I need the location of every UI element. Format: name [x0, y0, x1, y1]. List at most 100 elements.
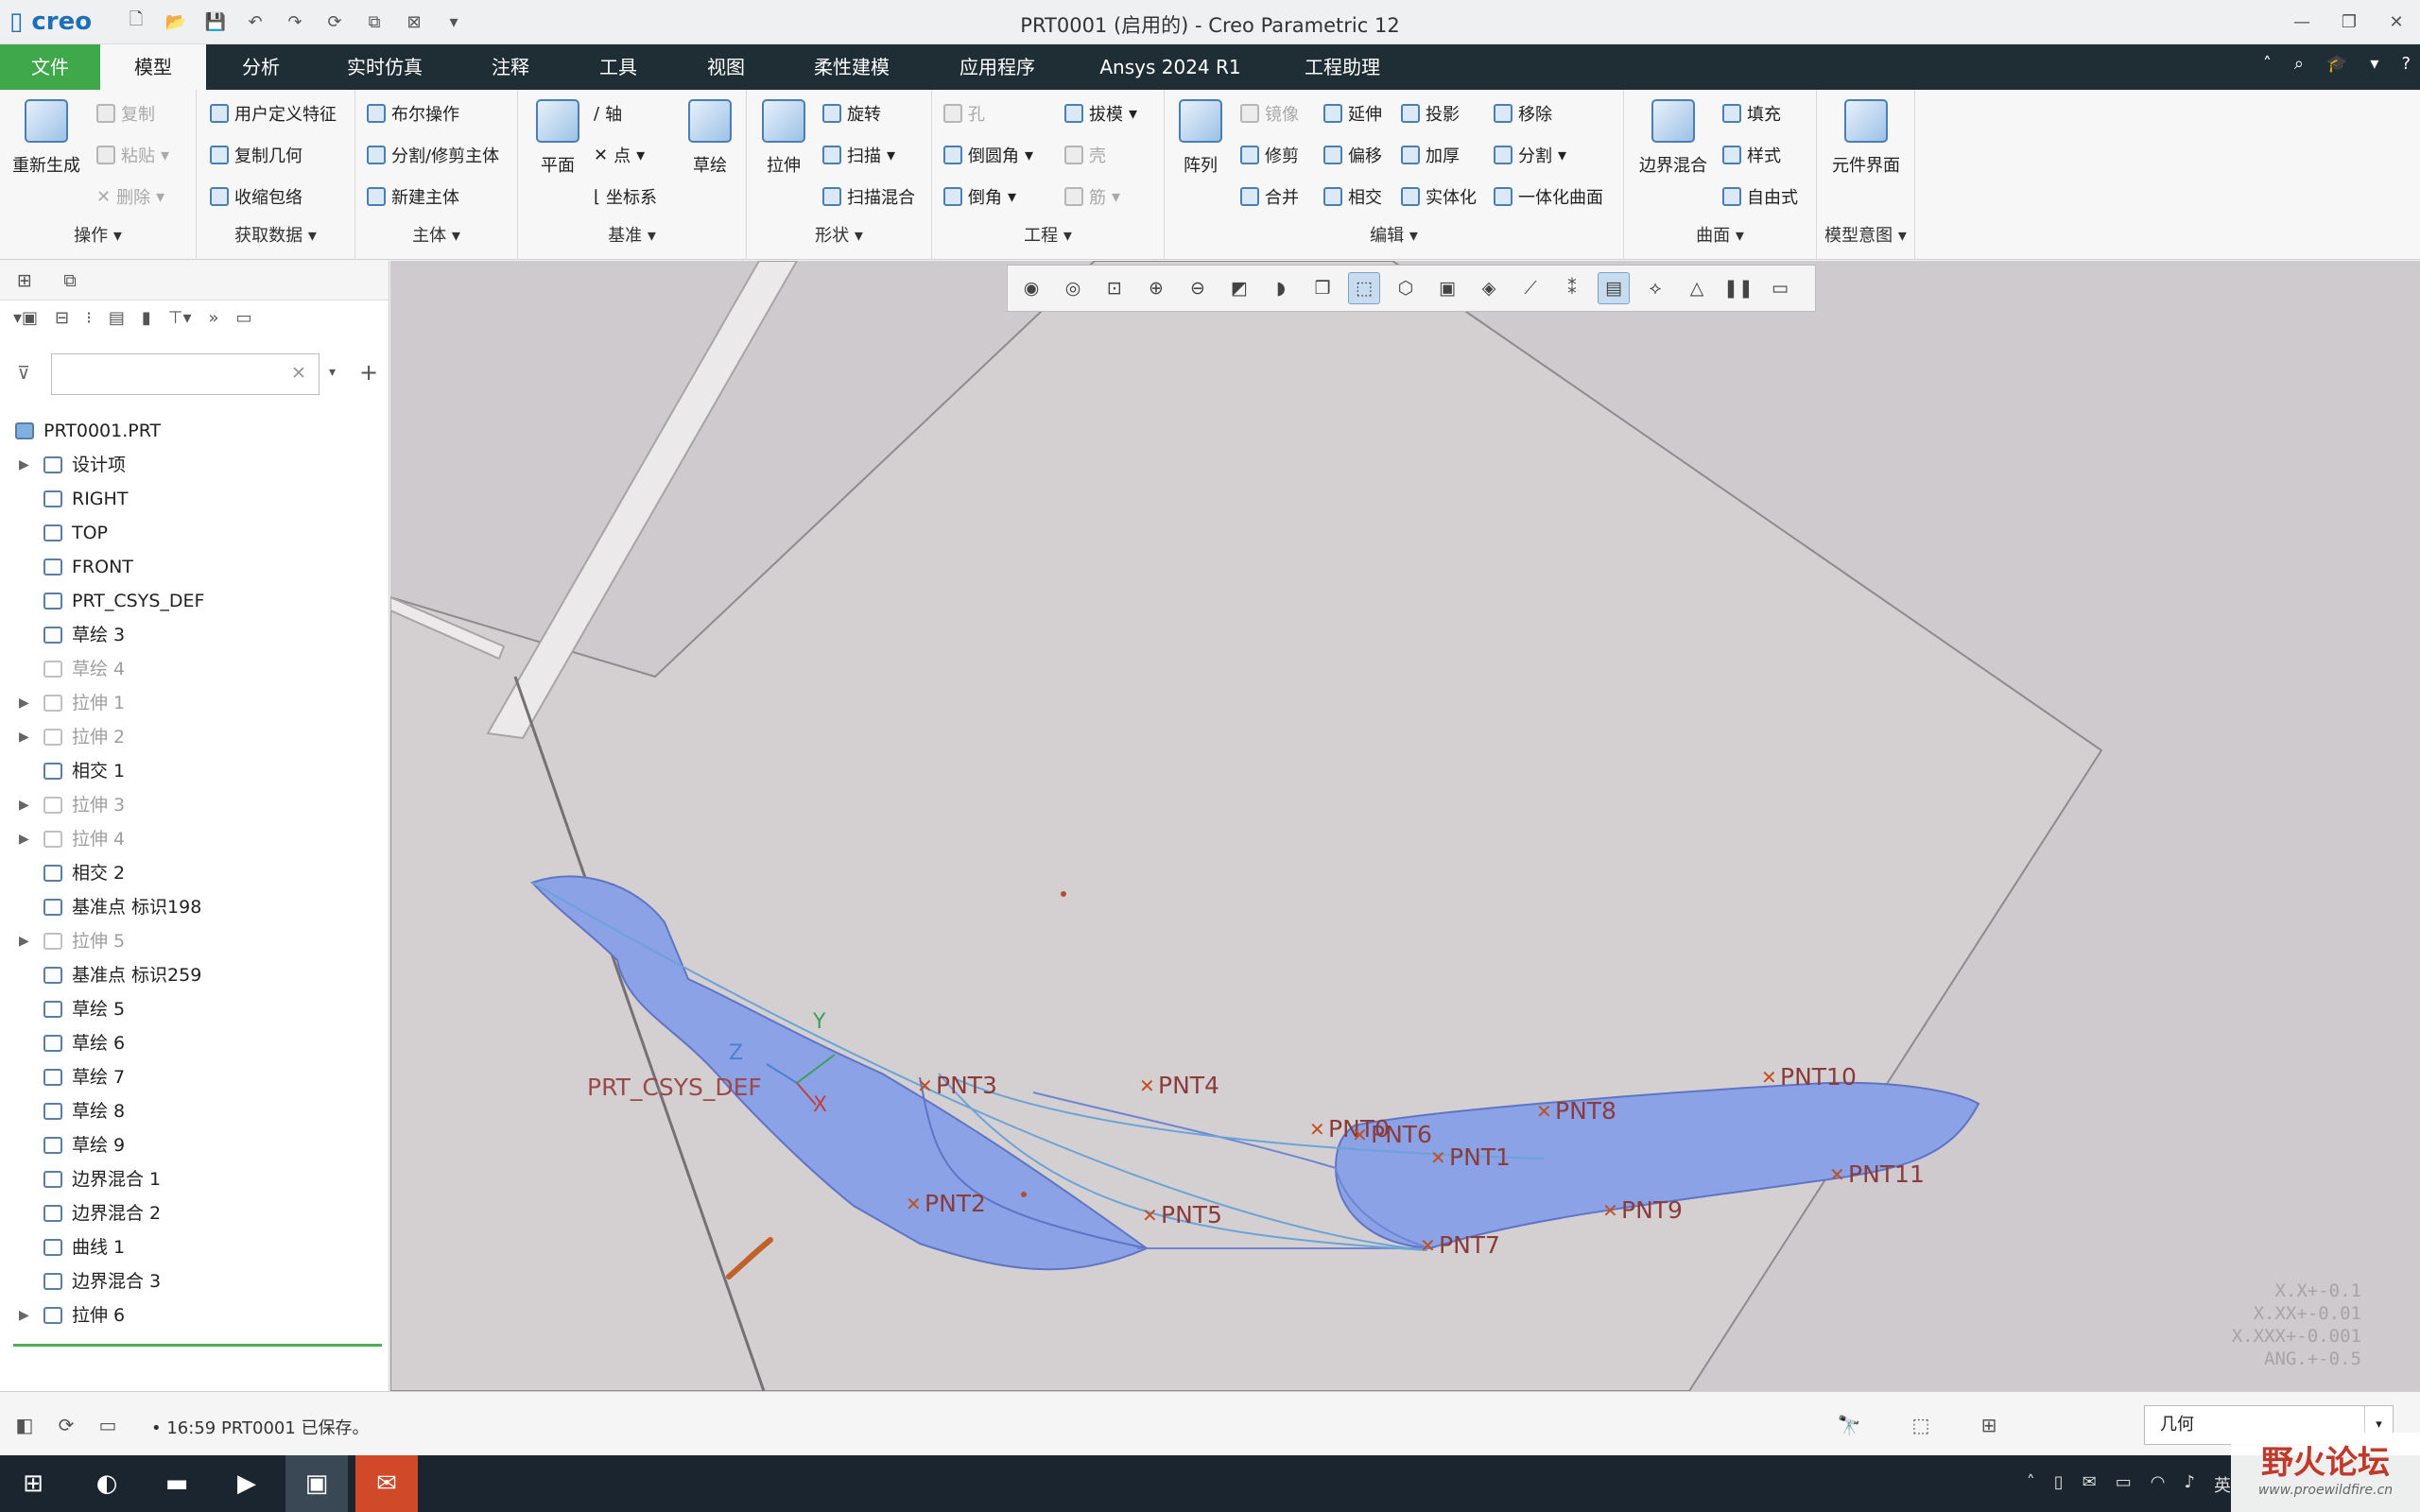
tab-ansys[interactable]: Ansys 2024 R1 — [1087, 44, 1253, 90]
perspective-icon[interactable]: ◗ — [1265, 272, 1297, 304]
round-button[interactable]: 倒圆角 ▾ — [943, 143, 1033, 167]
merge-button[interactable]: 合并 — [1240, 184, 1299, 209]
tab-file[interactable]: 文件 — [0, 44, 100, 90]
add-icon[interactable]: + — [359, 359, 378, 386]
model-viewport[interactable]: Y Z X PRT_CSYS_DEF ✕ PNT2✕ PNT3 ✕ PNT4✕ PNT5✕… — [390, 261, 2420, 1391]
wechat-icon[interactable]: ✉ — [355, 1455, 418, 1512]
help-icon[interactable]: ? — [2401, 54, 2411, 74]
copy-button[interactable]: 复制 — [96, 101, 155, 126]
group-label-shapes[interactable]: 形状 ▾ — [747, 222, 931, 247]
refit-icon[interactable]: ◉ — [1015, 272, 1047, 304]
repaint-icon[interactable]: ◎ — [1057, 272, 1089, 304]
more-icon[interactable]: » — [209, 308, 219, 328]
collapse-ribbon-icon[interactable]: ˄ — [2263, 54, 2272, 74]
display-style-icon[interactable]: ❒ — [1306, 272, 1339, 304]
tree-item[interactable]: 边界混合 1 — [0, 1162, 388, 1196]
browser-icon[interactable]: ⟳ — [53, 1413, 79, 1437]
expand-arrow-icon[interactable]: ▶ — [19, 924, 29, 958]
selection-filter-icon[interactable]: ⊞ — [1976, 1413, 2002, 1437]
tree-item[interactable]: 草绘 7 — [0, 1060, 388, 1094]
split-button[interactable]: 分割 ▾ — [1494, 143, 1566, 167]
view-manager-icon[interactable]: ▣ — [1431, 272, 1463, 304]
point-button[interactable]: ✕ 点 ▾ — [594, 143, 645, 167]
close-icon[interactable]: ✕ — [2373, 0, 2420, 44]
tree-item[interactable]: 草绘 8 — [0, 1094, 388, 1128]
datum-point-marker[interactable]: ✕ PNT1 — [1430, 1143, 1511, 1171]
datum-point-marker[interactable]: ✕ PNT6 — [1352, 1121, 1432, 1148]
tree-search-input[interactable] — [51, 353, 320, 395]
csys-button[interactable]: ⌊ 坐标系 — [594, 184, 657, 209]
tree-item[interactable]: 草绘 5 — [0, 992, 388, 1026]
sketch-button[interactable]: 草绘 — [679, 99, 741, 177]
tree-item[interactable]: ▶ 拉伸 5 — [0, 924, 388, 958]
wifi-icon[interactable]: ◠ — [2151, 1472, 2166, 1497]
chamfer-button[interactable]: 倒角 ▾ — [943, 184, 1016, 209]
thicken-button[interactable]: 加厚 — [1401, 143, 1460, 167]
battery-icon[interactable]: ▭ — [2116, 1472, 2132, 1497]
volume-icon[interactable]: ♪ — [2185, 1472, 2196, 1497]
tree-item[interactable]: 草绘 4 — [0, 652, 388, 686]
tab-live-simulation[interactable]: 实时仿真 — [333, 44, 437, 90]
annotation-display-icon[interactable]: ⟡ — [1639, 272, 1671, 304]
model-tree-tab-icon[interactable]: ⊞ — [8, 266, 42, 296]
datum-point-marker[interactable]: ✕ PNT4 — [1139, 1072, 1219, 1099]
fill-button[interactable]: 填充 — [1722, 101, 1781, 126]
datum-point-marker[interactable]: ✕ PNT11 — [1829, 1160, 1925, 1188]
zoom-fit-icon[interactable]: ⊡ — [1098, 272, 1131, 304]
tree-item[interactable]: 基准点 标识198 — [0, 890, 388, 924]
learning-icon[interactable]: 🎓 — [2326, 54, 2347, 74]
tab-tools[interactable]: 工具 — [579, 44, 658, 90]
usb-icon[interactable]: ▯ — [2054, 1472, 2064, 1497]
windows-start-icon[interactable]: ⊞ — [2, 1455, 64, 1512]
tree-item[interactable]: 相交 2 — [0, 856, 388, 890]
pattern-button[interactable]: 阵列 — [1172, 99, 1229, 177]
sweep-button[interactable]: 扫描 ▾ — [822, 143, 895, 167]
shrinkwrap-button[interactable]: 收缩包络 — [210, 184, 302, 209]
split-trim-body-button[interactable]: 分割/修剪主体 — [367, 143, 499, 167]
style-button[interactable]: 样式 — [1722, 143, 1781, 167]
tree-filter-icon[interactable]: ⊤▾ — [168, 308, 192, 328]
intersect-button[interactable]: 相交 — [1323, 184, 1382, 209]
tree-item[interactable]: 基准点 标识259 — [0, 958, 388, 992]
tree-item[interactable]: ▶ 拉伸 2 — [0, 720, 388, 754]
layer-tree-tab-icon[interactable]: ⧉ — [53, 266, 87, 296]
offset-button[interactable]: 偏移 — [1323, 143, 1382, 167]
tree-item[interactable]: ▶ 设计项 — [0, 448, 388, 482]
expand-arrow-icon[interactable]: ▶ — [19, 1298, 29, 1332]
edge-browser-icon[interactable]: ◐ — [76, 1455, 138, 1512]
wechat-tray-icon[interactable]: ✉ — [2083, 1472, 2097, 1497]
dropdown-icon[interactable]: ▾ — [2370, 54, 2378, 74]
extend-button[interactable]: 延伸 — [1323, 101, 1382, 126]
remove-button[interactable]: 移除 — [1494, 101, 1552, 126]
trim-button[interactable]: 修剪 — [1240, 143, 1299, 167]
solidify-button[interactable]: 实体化 — [1401, 184, 1477, 209]
shell-button[interactable]: 壳 — [1064, 143, 1106, 167]
tree-list-icon[interactable]: ⁝ — [86, 308, 92, 328]
file-explorer-icon[interactable]: ▬ — [146, 1455, 208, 1512]
datum-plane-display-icon[interactable]: ⟋ — [1514, 272, 1547, 304]
datum-point-marker[interactable]: ✕ PNT7 — [1420, 1231, 1500, 1259]
tab-annotate[interactable]: 注释 — [471, 44, 550, 90]
select-mode-icon[interactable]: ⬚ — [1348, 272, 1380, 304]
datum-point-marker[interactable]: ✕ PNT5 — [1142, 1201, 1222, 1228]
datum-point-marker[interactable]: ✕ PNT2 — [906, 1190, 986, 1217]
tree-item[interactable]: PRT_CSYS_DEF — [0, 584, 388, 618]
unify-surfaces-button[interactable]: 一体化曲面 — [1494, 184, 1603, 209]
expand-arrow-icon[interactable]: ▶ — [19, 720, 29, 754]
hide-toolbar-icon[interactable]: ▭ — [1764, 272, 1796, 304]
pause-icon[interactable]: ❚❚ — [1722, 272, 1754, 304]
expand-arrow-icon[interactable]: ▶ — [19, 448, 29, 482]
rib-button[interactable]: 筋 ▾ — [1064, 184, 1120, 209]
tree-item[interactable]: 草绘 6 — [0, 1026, 388, 1060]
minimize-icon[interactable]: — — [2278, 0, 2325, 44]
group-label-edit[interactable]: 编辑 ▾ — [1165, 222, 1623, 247]
tree-item[interactable]: 草绘 3 — [0, 618, 388, 652]
restore-icon[interactable]: ❐ — [2325, 0, 2373, 44]
section-icon[interactable]: ◈ — [1473, 272, 1505, 304]
group-label-get-data[interactable]: 获取数据 ▾ — [197, 222, 354, 247]
tree-item[interactable]: RIGHT — [0, 482, 388, 516]
zoom-in-icon[interactable]: ⊕ — [1140, 272, 1172, 304]
expand-arrow-icon[interactable]: ▶ — [19, 686, 29, 720]
tree-item[interactable]: ▶ 拉伸 1 — [0, 686, 388, 720]
copy-geometry-button[interactable]: 复制几何 — [210, 143, 302, 167]
